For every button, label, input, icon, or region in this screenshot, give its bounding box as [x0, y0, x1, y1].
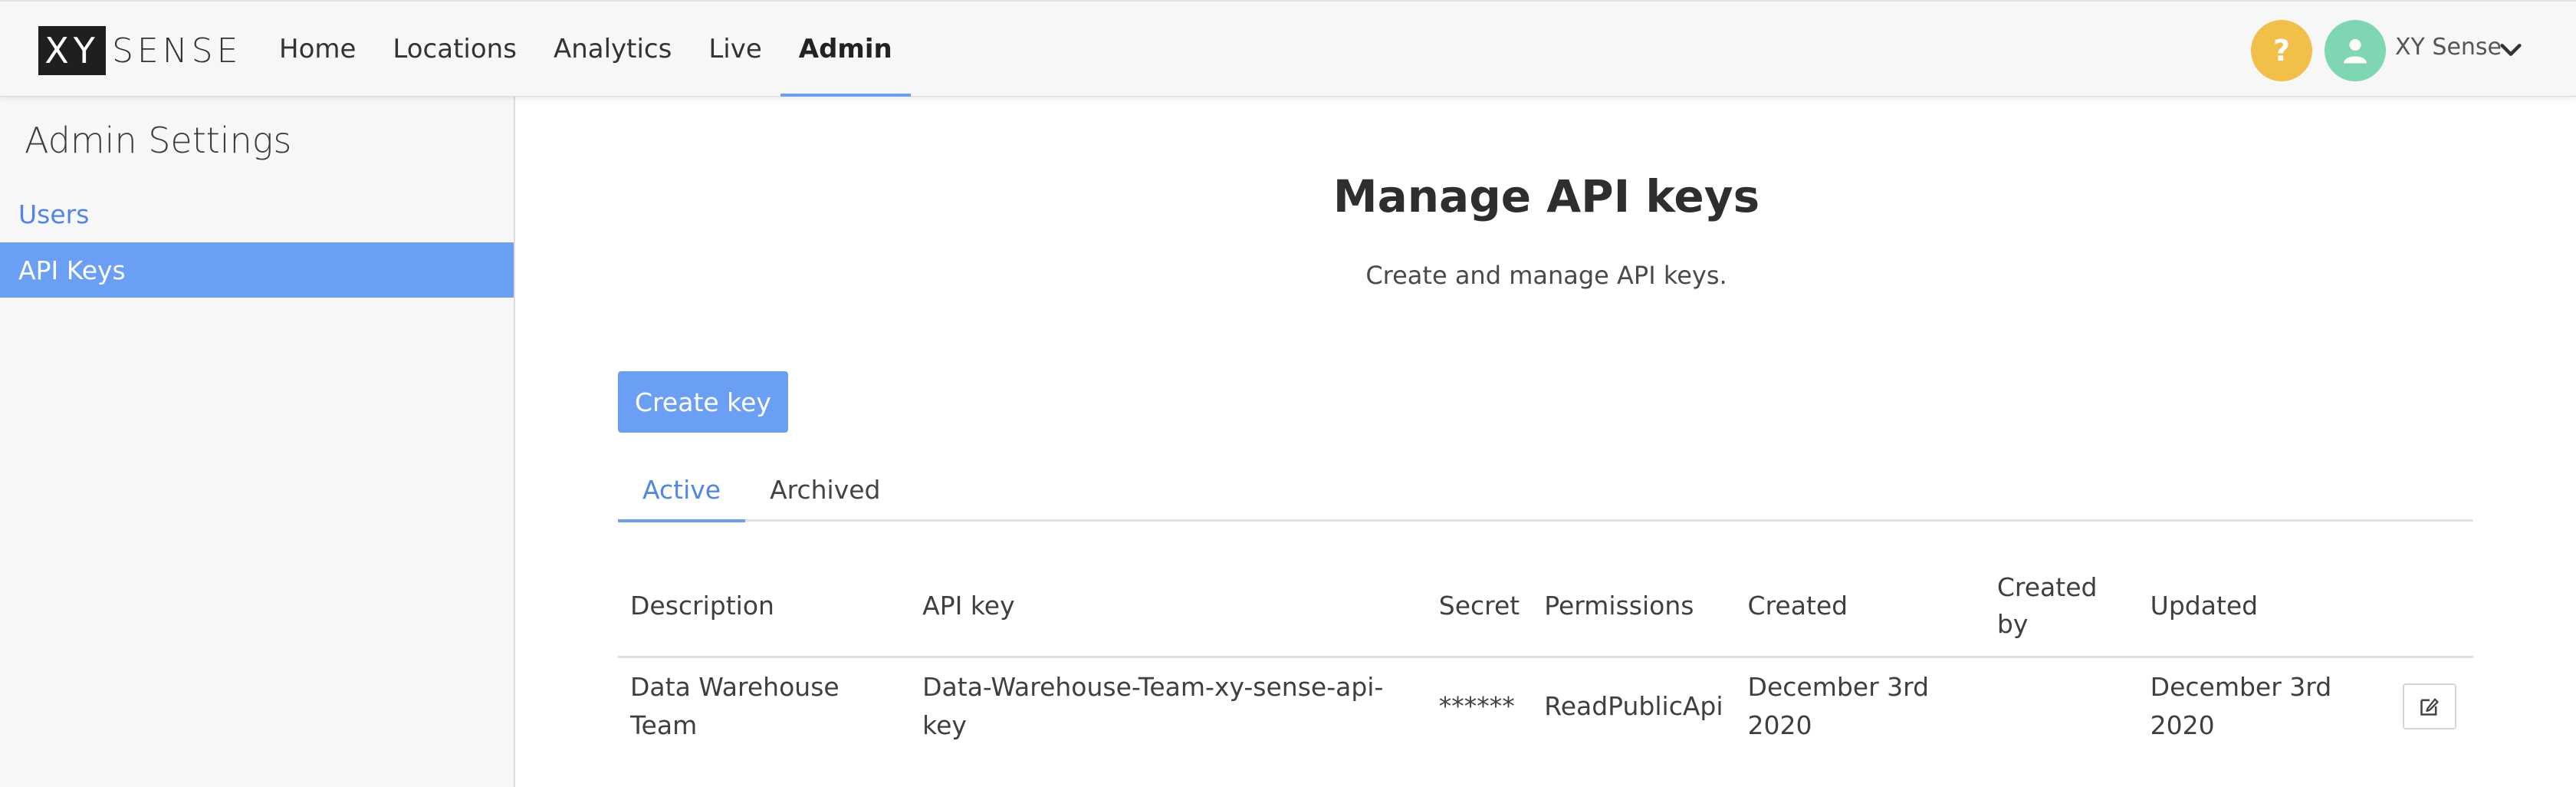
main-nav: Home Locations Analytics Live Admin	[261, 2, 911, 97]
col-header-secret[interactable]: Secret	[1426, 557, 1533, 658]
cell-description: Data Warehouse Team	[630, 671, 840, 740]
nav-admin[interactable]: Admin	[780, 2, 911, 97]
cell-updated: December 3rd 2020	[2150, 671, 2332, 740]
chevron-down-icon[interactable]	[2498, 37, 2524, 63]
nav-locations[interactable]: Locations	[374, 2, 535, 97]
page-subtitle: Create and manage API keys.	[1365, 261, 1727, 290]
user-name[interactable]: XY Sense	[2395, 34, 2502, 61]
nav-analytics[interactable]: Analytics	[535, 2, 690, 97]
col-header-description[interactable]: Description	[618, 557, 911, 658]
sidebar-item-api-keys[interactable]: API Keys	[0, 242, 514, 298]
cell-created-by	[1985, 657, 2138, 755]
tab-active[interactable]: Active	[618, 459, 746, 522]
table-header-row: Description API key Secret Permissions C…	[618, 557, 2473, 658]
col-header-created[interactable]: Created	[1735, 557, 1985, 658]
col-header-permissions[interactable]: Permissions	[1532, 557, 1736, 658]
key-status-tabs: Active Archived	[618, 459, 2473, 522]
nav-live[interactable]: Live	[690, 2, 780, 97]
xysense-logo[interactable]: XY SENSE	[38, 26, 242, 75]
tab-archived[interactable]: Archived	[745, 459, 905, 520]
page-title: Manage API keys	[1332, 170, 1760, 222]
admin-sidebar: Admin Settings Users API Keys	[0, 97, 515, 787]
edit-key-button[interactable]	[2403, 683, 2456, 729]
edit-icon	[2420, 698, 2439, 716]
col-header-created-by[interactable]: Created by	[1984, 557, 2138, 658]
cell-actions	[2390, 657, 2473, 755]
cell-secret: ******	[1438, 690, 1515, 721]
create-key-button[interactable]: Create key	[618, 371, 788, 433]
user-icon	[2344, 39, 2367, 64]
cell-api-key: Data-Warehouse-Team-xy-sense-api-key	[922, 671, 1384, 740]
sidebar-item-users[interactable]: Users	[18, 199, 89, 229]
cell-created: December 3rd 2020	[1747, 671, 1930, 740]
logo-wordmark: SENSE	[112, 31, 242, 71]
sidebar-title: Admin Settings	[25, 120, 292, 161]
question-icon: ?	[2272, 34, 2291, 68]
col-header-actions	[2390, 557, 2473, 658]
help-button[interactable]: ?	[2251, 20, 2312, 81]
nav-home[interactable]: Home	[261, 2, 374, 97]
cell-permissions: ReadPublicApi	[1544, 690, 1723, 721]
col-header-updated[interactable]: Updated	[2137, 557, 2390, 658]
col-header-api-key[interactable]: API key	[910, 557, 1427, 658]
api-keys-table: Description API key Secret Permissions C…	[618, 557, 2473, 755]
avatar[interactable]	[2325, 20, 2386, 81]
table-row: Data Warehouse Team Data-Warehouse-Team-…	[618, 657, 2473, 755]
main-content: Manage API keys Create and manage API ke…	[517, 97, 2576, 787]
logo-mark: XY	[38, 26, 106, 75]
top-navbar: XY SENSE Home Locations Analytics Live A…	[0, 0, 2576, 97]
